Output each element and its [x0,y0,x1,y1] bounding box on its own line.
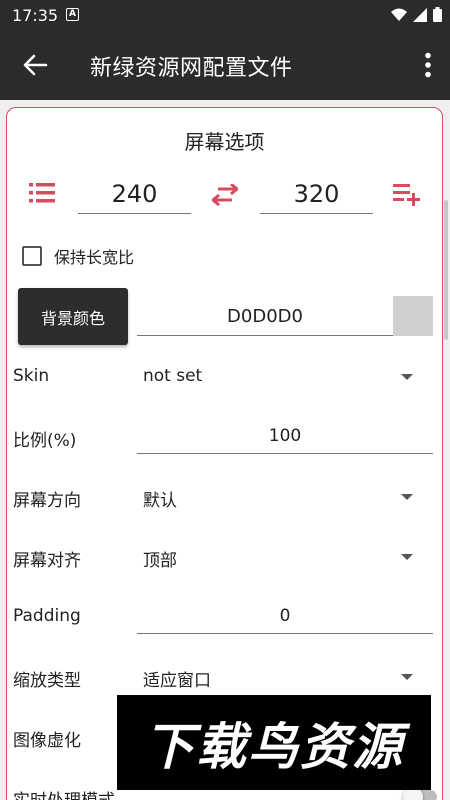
keep-aspect-checkbox[interactable] [22,246,42,266]
width-input[interactable]: 240 [78,174,191,214]
align-select[interactable]: 顶部 [143,546,177,571]
color-swatch[interactable] [393,296,433,336]
notification-icon: A [66,8,79,21]
background-color-button[interactable]: 背景颜色 [18,288,128,345]
align-label: 屏幕对齐 [13,551,81,571]
orientation-select[interactable]: 默认 [143,486,177,511]
scrollbar[interactable] [444,200,448,340]
padding-label: Padding [13,606,81,626]
skin-select[interactable]: not set [143,366,202,386]
skin-label: Skin [13,366,50,386]
wifi-icon [391,8,407,21]
list-icon[interactable] [29,182,55,204]
battery-icon [433,7,442,22]
app-bar: 新绿资源网配置文件 [0,30,450,100]
padding-input[interactable]: 0 [137,598,433,634]
realtime-toggle[interactable] [403,787,437,800]
system-icons [391,7,442,22]
more-vert-icon[interactable] [424,52,432,78]
scale-type-label: 缩放类型 [13,671,81,691]
height-input[interactable]: 320 [260,174,373,214]
scale-type-dropdown-icon[interactable] [401,674,413,680]
status-time: 17:35 [12,6,59,25]
keep-aspect-row[interactable]: 保持长宽比 [22,244,134,268]
scale-type-select[interactable]: 适应窗口 [143,666,211,691]
background-color-input[interactable]: D0D0D0 [137,298,393,336]
status-bar: 17:35 A [0,0,450,30]
playlist-add-icon[interactable] [393,182,421,206]
keep-aspect-label: 保持长宽比 [54,248,135,267]
swap-icon[interactable] [212,184,238,206]
skin-dropdown-icon[interactable] [401,374,413,380]
orientation-label: 屏幕方向 [13,491,81,511]
signal-icon [413,7,427,22]
scale-label: 比例(%) [13,431,77,451]
realtime-label: 实时处理模式 [13,786,115,800]
page-title: 新绿资源网配置文件 [90,56,293,81]
image-blur-label: 图像虚化 [13,731,81,751]
back-arrow-icon[interactable] [22,52,48,78]
watermark-logo: 下载鸟资源 [117,695,431,790]
scale-input[interactable]: 100 [137,418,433,454]
section-title: 屏幕选项 [184,130,265,154]
align-dropdown-icon[interactable] [401,554,413,560]
orientation-dropdown-icon[interactable] [401,494,413,500]
